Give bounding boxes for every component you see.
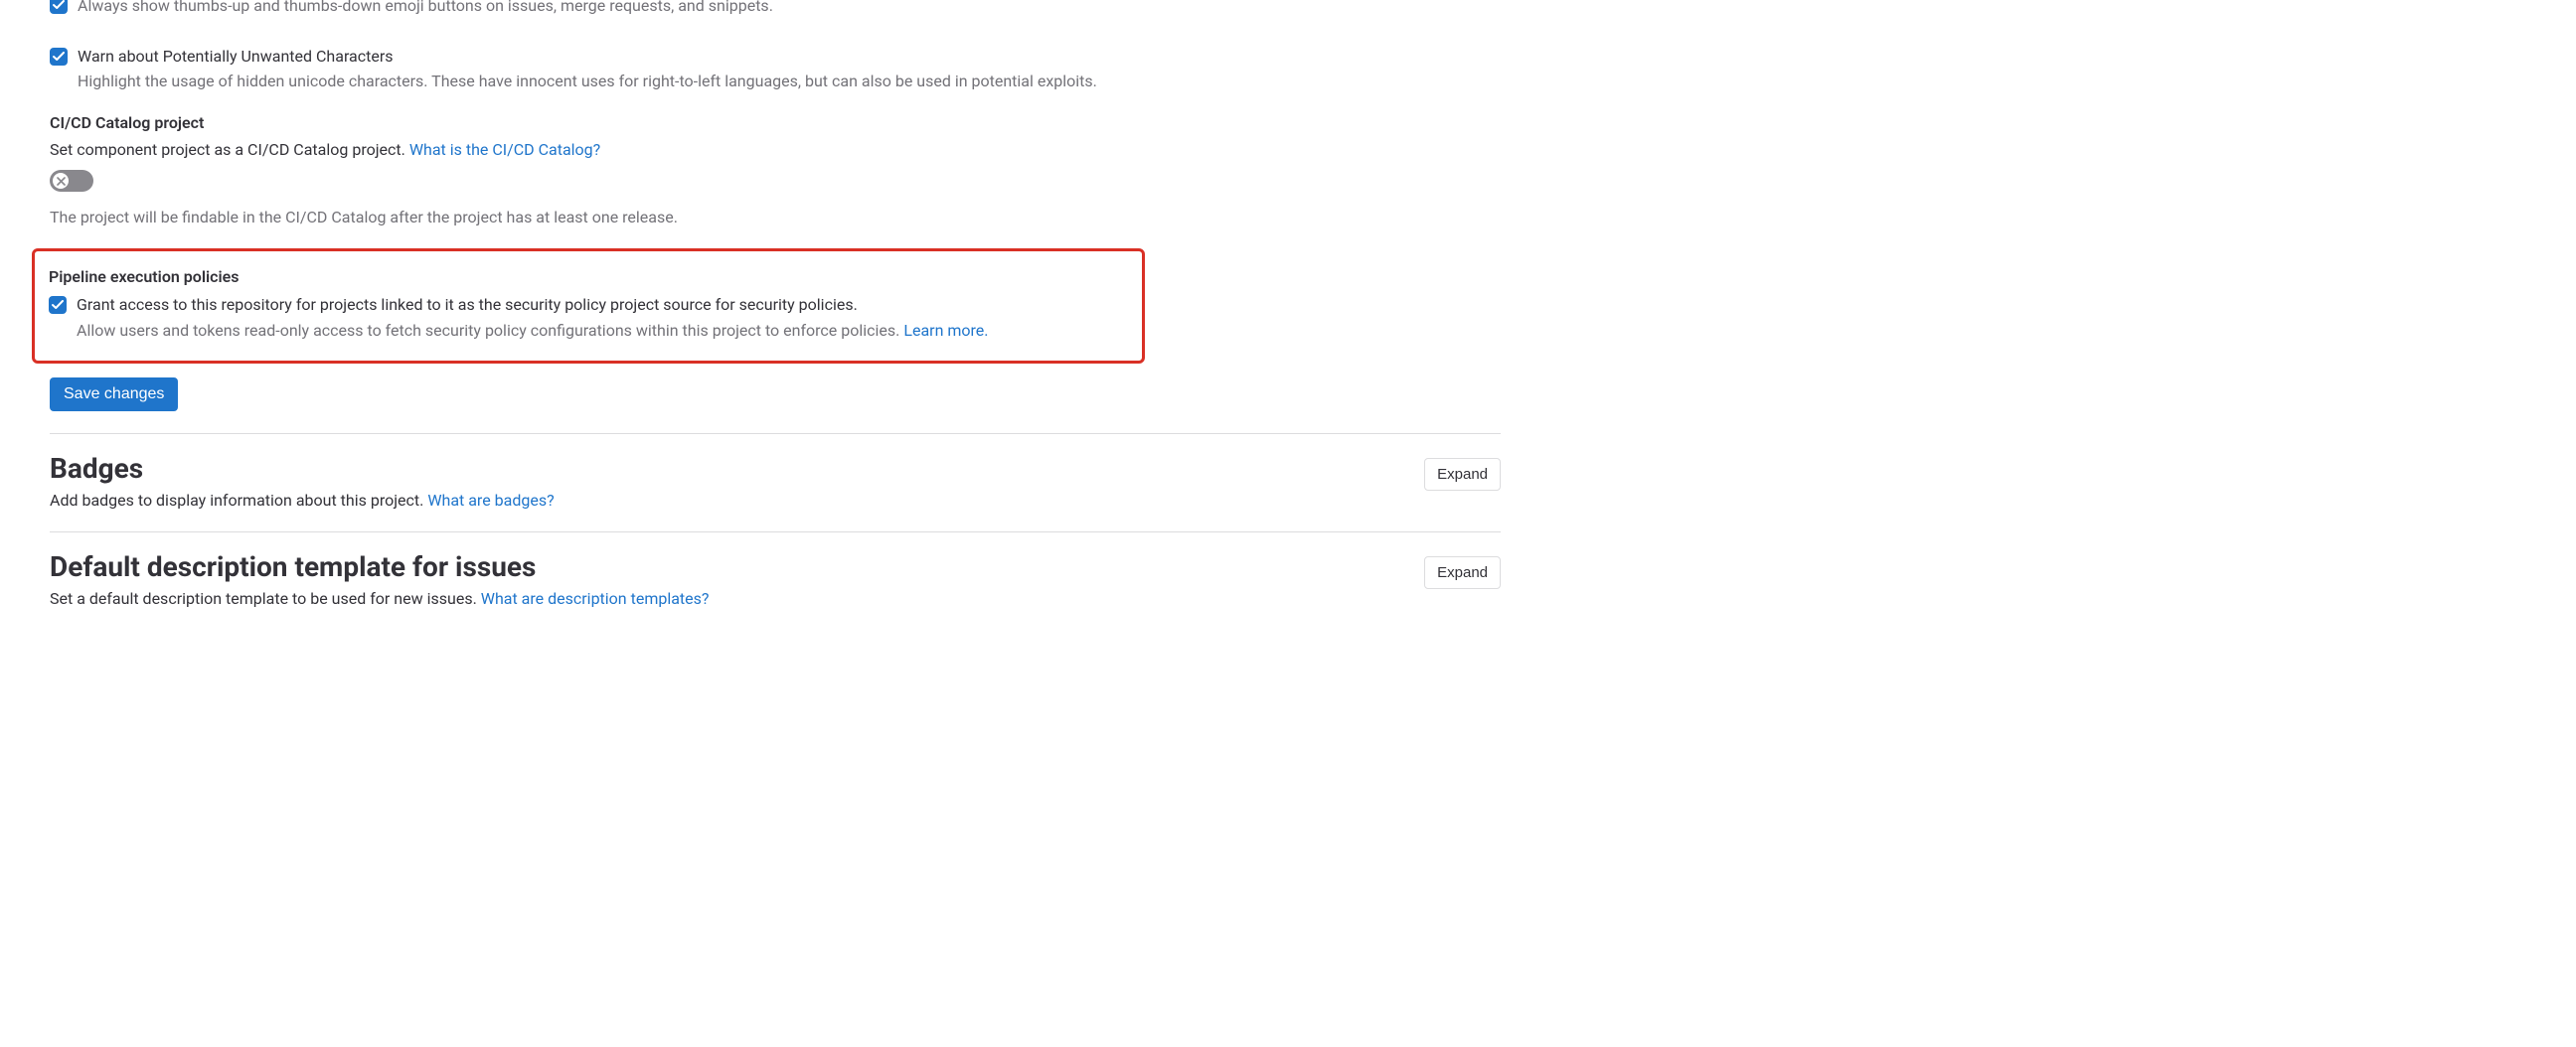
unwanted-chars-label: Warn about Potentially Unwanted Characte… <box>78 46 1501 68</box>
check-icon <box>53 0 65 10</box>
check-icon <box>52 300 64 310</box>
divider <box>50 433 1501 434</box>
badges-expand-button[interactable]: Expand <box>1424 458 1501 491</box>
pipeline-policies-checkbox[interactable] <box>49 296 67 314</box>
close-icon <box>57 177 66 186</box>
toggle-knob <box>53 173 69 189</box>
cicd-catalog-helper: The project will be findable in the CI/C… <box>50 208 1501 226</box>
save-changes-button[interactable]: Save changes <box>50 377 178 411</box>
unwanted-chars-checkbox[interactable] <box>50 48 68 66</box>
check-icon <box>53 52 65 62</box>
issue-template-subtitle: Set a default description template to be… <box>50 589 481 608</box>
unwanted-chars-desc: Highlight the usage of hidden unicode ch… <box>78 70 1501 93</box>
cicd-catalog-desc: Set component project as a CI/CD Catalog… <box>50 140 409 159</box>
issue-template-link[interactable]: What are description templates? <box>481 589 710 608</box>
pipeline-policies-desc: Allow users and tokens read-only access … <box>77 321 903 340</box>
cicd-catalog-title: CI/CD Catalog project <box>50 113 1501 132</box>
cicd-catalog-toggle[interactable] <box>50 170 93 192</box>
pipeline-policies-learn-more-link[interactable]: Learn more. <box>903 321 988 340</box>
pipeline-policies-title: Pipeline execution policies <box>49 267 1128 286</box>
pipeline-policies-highlight: Pipeline execution policies Grant access… <box>32 248 1145 363</box>
emoji-reactions-desc: Always show thumbs-up and thumbs-down em… <box>78 0 1501 18</box>
issue-template-expand-button[interactable]: Expand <box>1424 556 1501 589</box>
badges-title: Badges <box>50 452 555 485</box>
divider <box>50 531 1501 532</box>
emoji-reactions-checkbox[interactable] <box>50 0 68 14</box>
badges-subtitle: Add badges to display information about … <box>50 491 427 510</box>
badges-link[interactable]: What are badges? <box>427 491 554 510</box>
cicd-catalog-link[interactable]: What is the CI/CD Catalog? <box>409 140 600 159</box>
issue-template-title: Default description template for issues <box>50 550 709 583</box>
pipeline-policies-label: Grant access to this repository for proj… <box>77 294 1128 316</box>
